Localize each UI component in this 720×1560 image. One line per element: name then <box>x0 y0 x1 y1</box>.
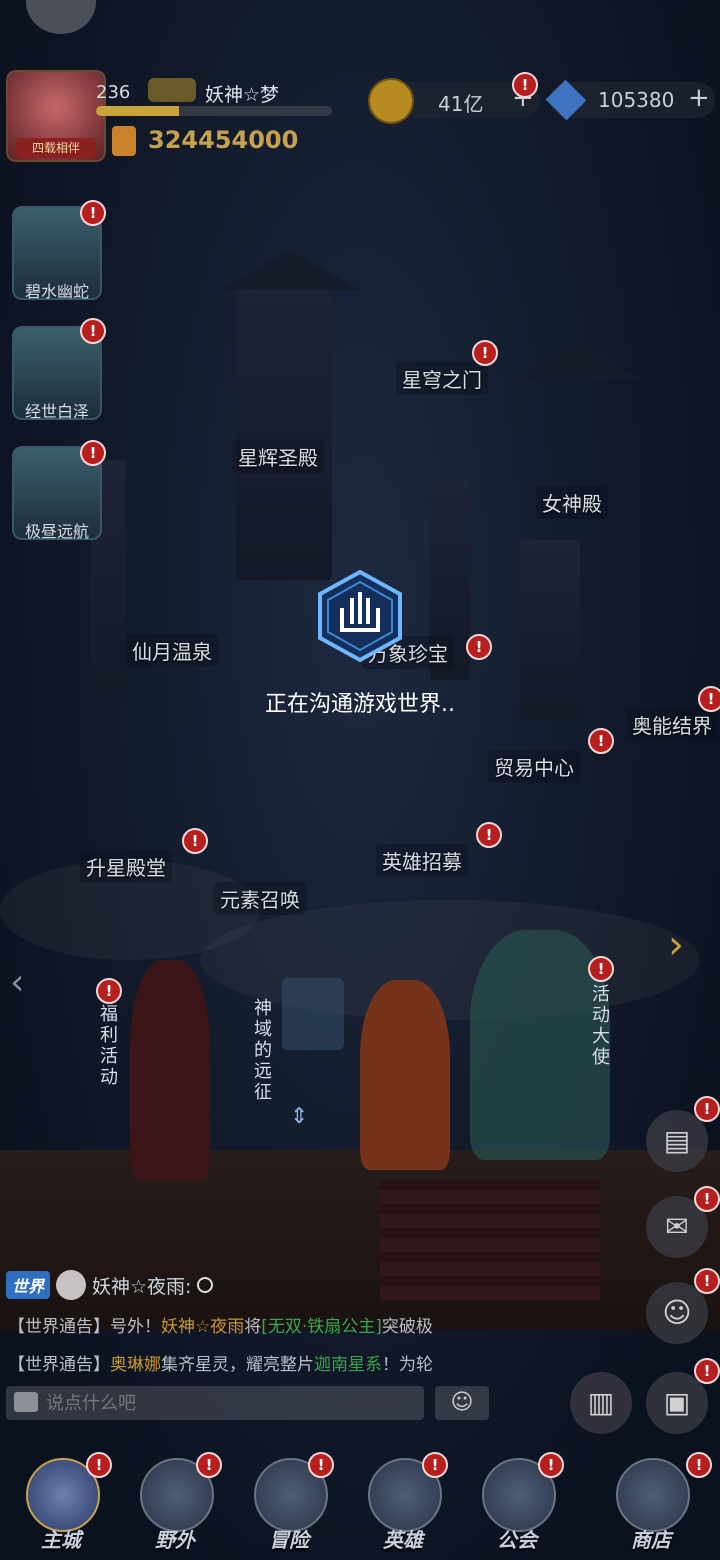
add-gems-button[interactable]: + <box>688 85 710 111</box>
chat-player-name: 奥琳娜 <box>110 1355 161 1375</box>
nav-wild[interactable]: 野外 ! <box>120 1452 230 1560</box>
chat-prefix: 【世界通告】号外！ <box>8 1317 161 1337</box>
nav-alert-badge: ! <box>538 1452 564 1478</box>
event-label: 极昼远航 <box>24 522 89 541</box>
exp-bar <box>96 106 332 116</box>
event-label: 经世白泽 <box>24 402 89 421</box>
gold-alert-badge: ! <box>512 72 538 98</box>
building-alert-badge: ! <box>588 728 614 754</box>
backpack-alert-badge: ! <box>694 1358 720 1384</box>
nav-label: 英雄 <box>383 1528 423 1552</box>
nav-label: 冒险 <box>269 1528 309 1552</box>
building-element-summon[interactable]: 元素召唤 <box>214 882 306 915</box>
building-alert-badge: ! <box>182 828 208 854</box>
exp-bar-fill <box>96 106 179 116</box>
chat-player-name: 妖神☆夜雨 <box>161 1317 245 1337</box>
chat-item-name: [无双·铁扇公主] <box>261 1317 382 1337</box>
nav-label: 公会 <box>497 1528 537 1552</box>
vertical-label-ambassador[interactable]: 活动大使 <box>590 984 612 1068</box>
building-star-palace[interactable]: 星辉圣殿 <box>232 440 324 473</box>
chat-item-name: 迦南星系 <box>314 1355 382 1375</box>
status-dot-icon <box>197 1277 214 1293</box>
chat-line-1[interactable]: 【世界通告】号外！妖神☆夜雨将[无双·铁扇公主]突破极 <box>8 1312 493 1337</box>
chat-speaker-name: 妖神☆夜雨: <box>92 1275 192 1298</box>
power-shield-icon <box>112 126 136 156</box>
up-down-arrows-icon: ⇕ <box>290 1104 309 1129</box>
player-name: 妖神☆梦 <box>205 84 280 106</box>
notebook-alert-badge: ! <box>694 1096 720 1122</box>
bottom-navigation: 主城 ! 野外 ! 冒险 ! 英雄 ! 公会 ! 商店 ! <box>0 1442 720 1560</box>
chat-speaker-avatar <box>56 1270 87 1300</box>
building-star-gate[interactable]: 星穹之门 <box>396 362 488 395</box>
ranking-button[interactable]: ▥ <box>570 1372 632 1434</box>
nav-label: 野外 <box>155 1528 195 1552</box>
vertical-label-expedition[interactable]: 神域的远征 <box>252 998 274 1103</box>
nav-label: 主城 <box>41 1528 81 1552</box>
event-alert-badge: ! <box>80 318 106 344</box>
building-alert-badge: ! <box>476 822 502 848</box>
nav-alert-badge: ! <box>196 1452 222 1478</box>
nav-adventure[interactable]: 冒险 ! <box>234 1452 344 1560</box>
welfare-alert-badge: ! <box>96 978 122 1004</box>
gold-amount: 41亿 <box>438 92 484 116</box>
building-star-up-hall[interactable]: 升星殿堂 <box>80 850 172 883</box>
building-trade-center[interactable]: 贸易中心 <box>488 750 580 783</box>
chat-line-2[interactable]: 【世界通告】奥琳娜集齐星灵，耀亮整片迦南星系！为轮 <box>8 1350 493 1375</box>
loading-emblem-icon <box>318 569 402 663</box>
loading-text: 正在沟通游戏世界.. <box>265 692 455 717</box>
building-alert-badge: ! <box>472 340 498 366</box>
gold-coin-icon <box>368 78 414 124</box>
chat-header[interactable]: 世界 妖神☆夜雨: <box>6 1270 214 1300</box>
chat-bubble-icon <box>14 1392 38 1412</box>
building-moon-spring[interactable]: 仙月温泉 <box>126 634 218 667</box>
nav-alert-badge: ! <box>86 1452 112 1478</box>
player-level: 236 <box>96 82 131 103</box>
friends-alert-badge: ! <box>694 1268 720 1294</box>
scroll-left-arrow-icon[interactable]: ‹ <box>10 962 24 1003</box>
nav-guild[interactable]: 公会 ! <box>462 1452 572 1560</box>
shop-stall-icon <box>616 1458 690 1532</box>
chat-text: ！为轮 <box>382 1355 433 1375</box>
nav-shop[interactable]: 商店 ! <box>596 1452 712 1560</box>
chat-text: 将 <box>244 1317 262 1337</box>
avatar-tag: 四载相伴 <box>16 138 96 158</box>
nav-main-city[interactable]: 主城 ! <box>6 1452 116 1560</box>
chat-input-box[interactable] <box>6 1386 424 1420</box>
building-goddess-hall[interactable]: 女神殿 <box>536 486 608 519</box>
ranking-icon: ▥ <box>587 1386 615 1419</box>
ambassador-alert-badge: ! <box>588 956 614 982</box>
vip-badge-icon <box>148 78 196 102</box>
event-label: 碧水幽蛇 <box>24 282 89 301</box>
nav-label: 商店 <box>631 1528 671 1552</box>
combat-power: 324454000 <box>148 126 299 154</box>
event-alert-badge: ! <box>80 200 106 226</box>
world-channel-tag: 世界 <box>6 1271 51 1299</box>
building-alert-badge: ! <box>466 634 492 660</box>
chat-input[interactable] <box>6 1386 424 1420</box>
nav-alert-badge: ! <box>686 1452 712 1478</box>
chat-text: 突破极 <box>381 1317 433 1337</box>
gem-amount: 105380 <box>598 88 675 112</box>
chat-prefix: 【世界通告】 <box>8 1355 110 1375</box>
mail-alert-badge: ! <box>694 1186 720 1212</box>
building-hero-recruit[interactable]: 英雄招募 <box>376 844 468 877</box>
nav-alert-badge: ! <box>308 1452 334 1478</box>
emoji-button[interactable]: ☺ <box>435 1386 489 1420</box>
vertical-label-welfare[interactable]: 福利活动 <box>98 1004 120 1088</box>
nav-alert-badge: ! <box>422 1452 448 1478</box>
nav-heroes[interactable]: 英雄 ! <box>348 1452 458 1560</box>
scroll-right-arrow-icon[interactable]: › <box>668 922 684 968</box>
event-alert-badge: ! <box>80 440 106 466</box>
chat-text: 集齐星灵，耀亮整片 <box>161 1355 314 1375</box>
